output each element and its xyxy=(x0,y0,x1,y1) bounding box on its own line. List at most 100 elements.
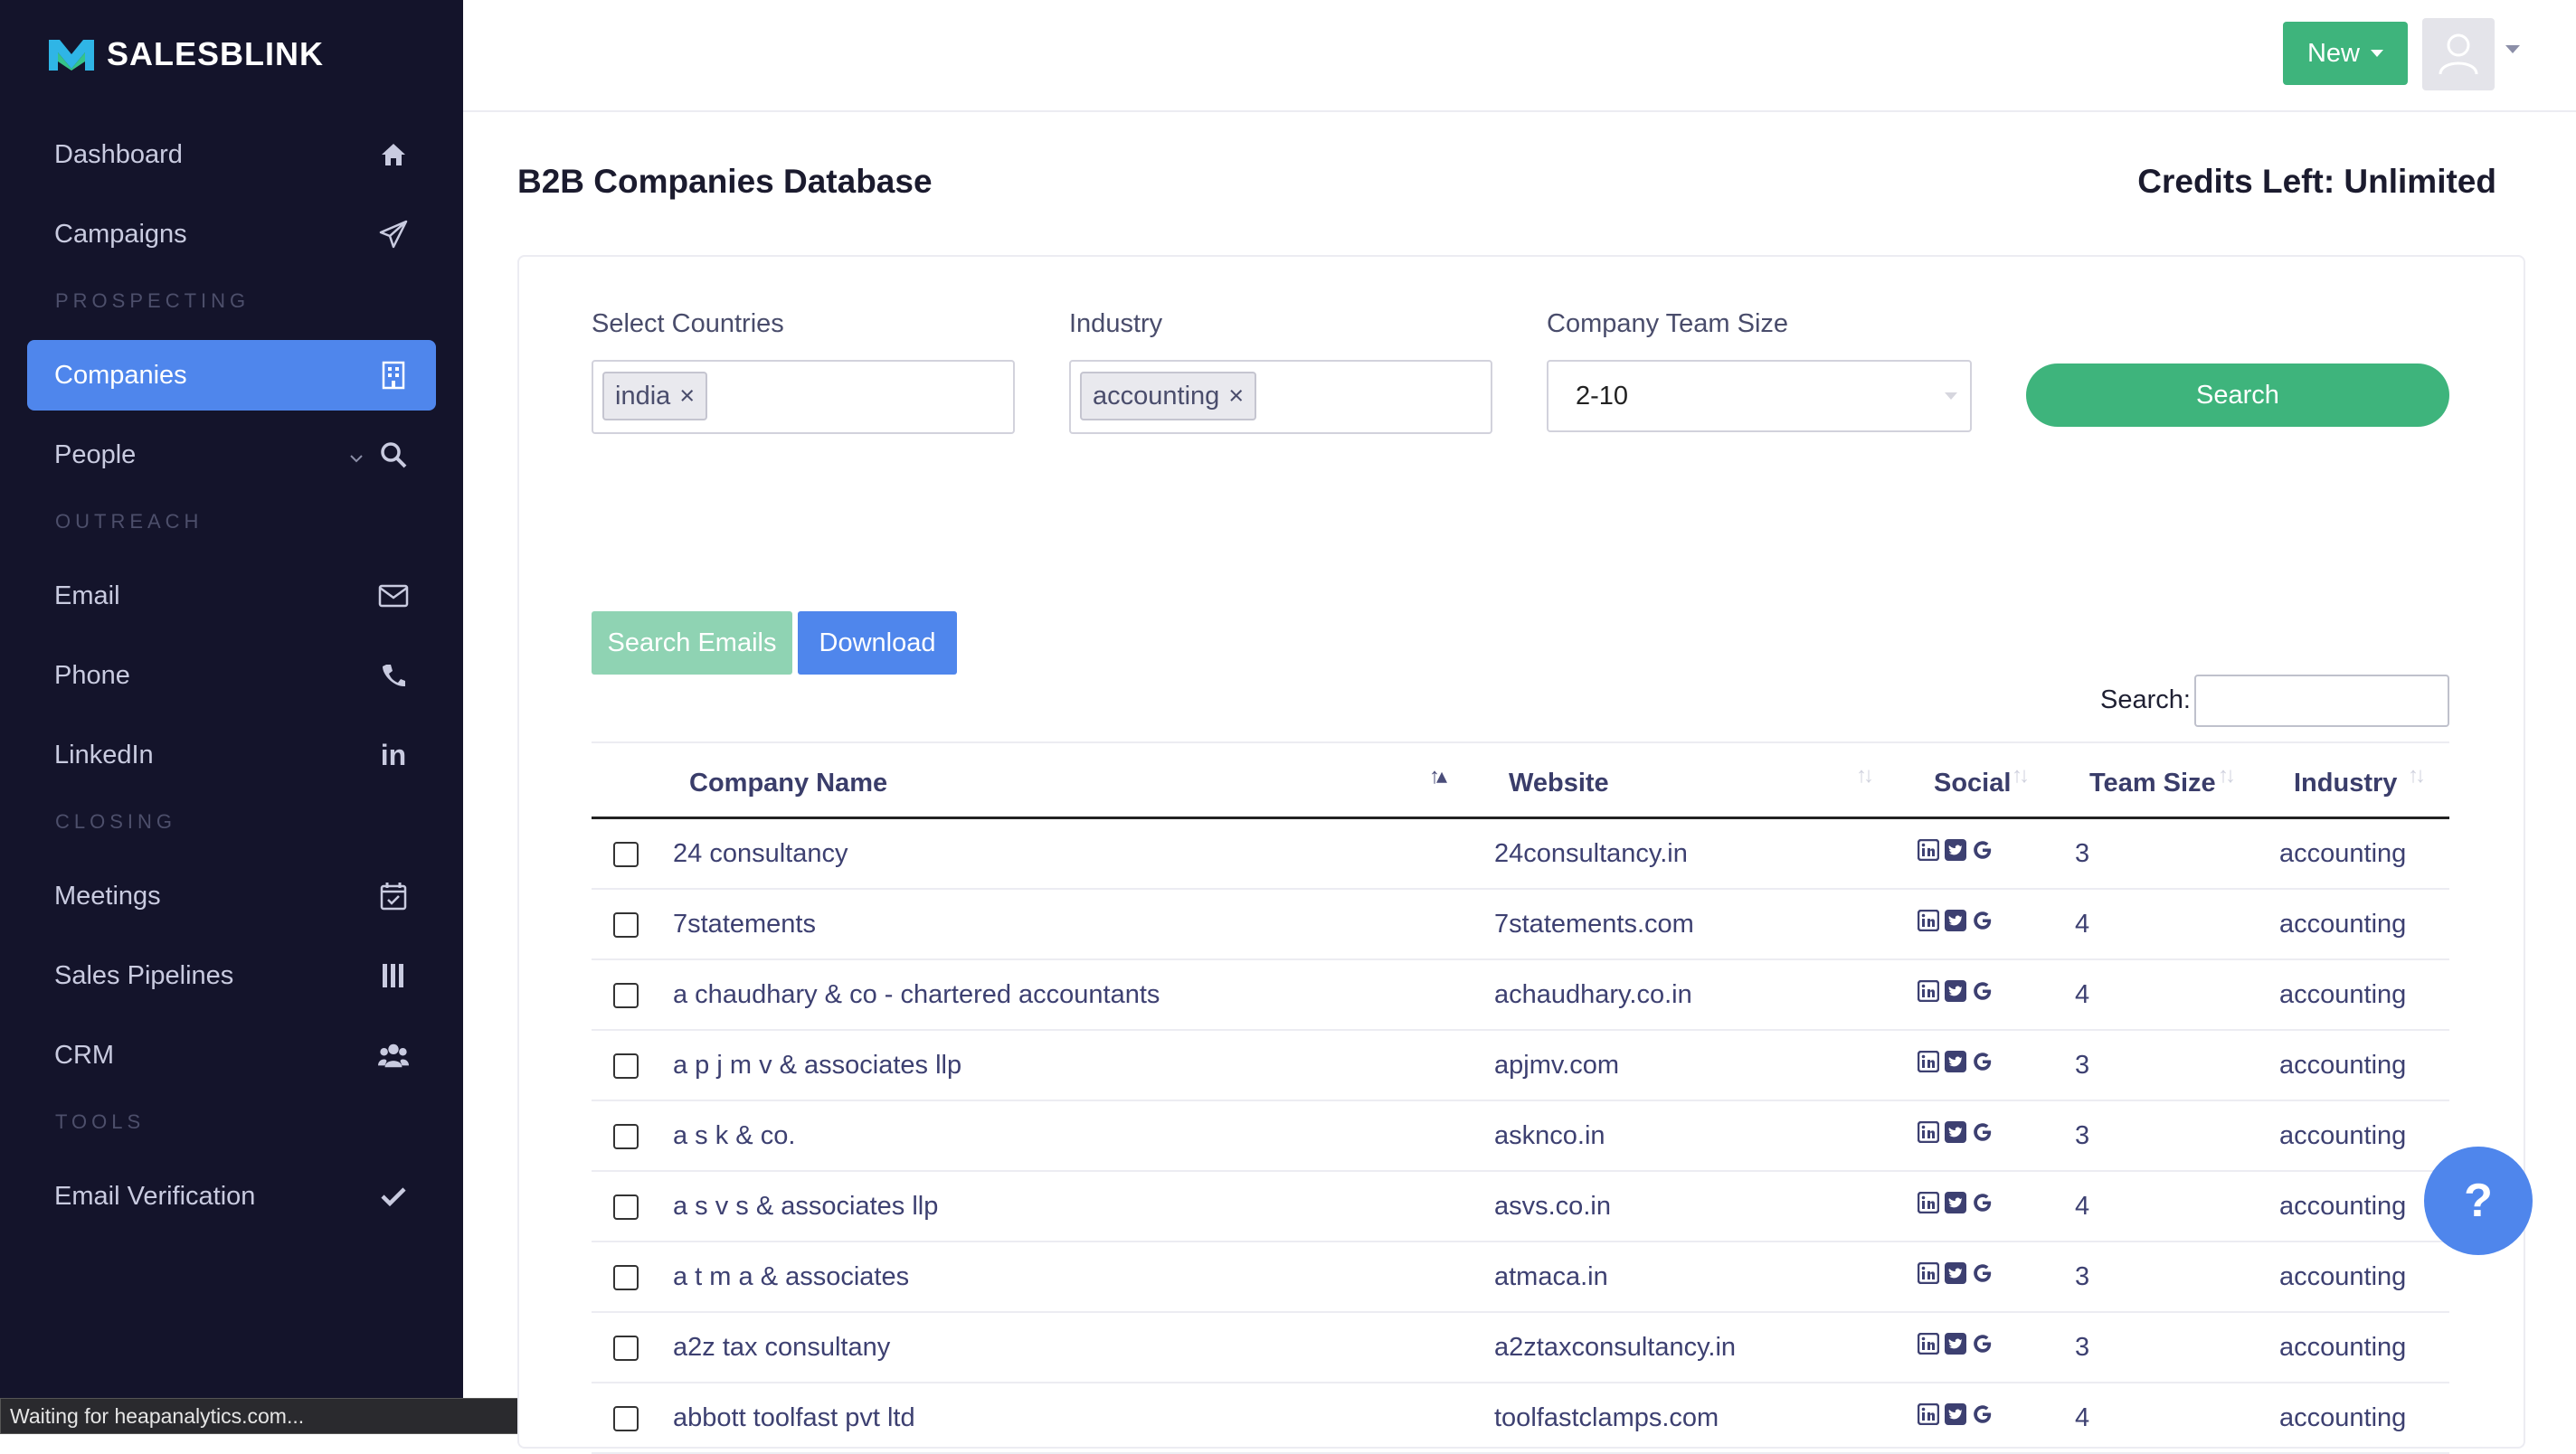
company-name-cell[interactable]: a s v s & associates llp xyxy=(673,1192,938,1222)
website-cell[interactable]: a2ztaxconsultancy.in xyxy=(1494,1333,1736,1363)
help-button[interactable]: ? xyxy=(2424,1147,2533,1255)
sidebar-item-people[interactable]: People xyxy=(27,420,436,490)
google-icon[interactable] xyxy=(1972,980,1994,1006)
twitter-icon[interactable] xyxy=(1945,1192,1966,1218)
countries-label: Select Countries xyxy=(592,309,784,338)
sidebar-item-label: Email xyxy=(54,581,120,610)
remove-tag-icon[interactable]: × xyxy=(1228,382,1244,411)
column-website[interactable]: Website xyxy=(1509,769,1609,798)
linkedin-icon[interactable] xyxy=(1917,1120,1940,1147)
table-search-input[interactable] xyxy=(2194,675,2449,727)
column-company-name[interactable]: Company Name xyxy=(689,769,887,798)
twitter-icon[interactable] xyxy=(1945,1262,1966,1289)
twitter-icon[interactable] xyxy=(1945,1051,1966,1077)
sort-icon[interactable]: ↑↓ xyxy=(1856,763,1874,788)
company-name-cell[interactable]: a chaudhary & co - chartered accountants xyxy=(673,980,1160,1010)
row-checkbox[interactable] xyxy=(613,1265,639,1290)
avatar-caret-down-icon[interactable] xyxy=(2505,45,2520,53)
row-checkbox[interactable] xyxy=(613,1124,639,1149)
row-checkbox[interactable] xyxy=(613,1053,639,1079)
google-icon[interactable] xyxy=(1972,1192,1994,1218)
sidebar-item-linkedin[interactable]: LinkedIn in xyxy=(27,720,436,790)
google-icon[interactable] xyxy=(1972,1403,1994,1430)
website-cell[interactable]: toolfastclamps.com xyxy=(1494,1403,1719,1433)
company-name-cell[interactable]: 7statements xyxy=(673,910,816,939)
table-row: abbott toolfast pvt ltd toolfastclamps.co… xyxy=(592,1383,2449,1454)
row-checkbox[interactable] xyxy=(613,1406,639,1431)
google-icon[interactable] xyxy=(1972,1333,1994,1359)
brand-logo[interactable]: SALESBLINK xyxy=(49,31,324,78)
twitter-icon[interactable] xyxy=(1945,1333,1966,1359)
website-cell[interactable]: achaudhary.co.in xyxy=(1494,980,1692,1010)
sort-icon[interactable]: ↑↓ xyxy=(2218,763,2236,788)
company-name-cell[interactable]: a t m a & associates xyxy=(673,1262,909,1292)
google-icon[interactable] xyxy=(1972,1051,1994,1077)
sidebar-item-meetings[interactable]: Meetings xyxy=(27,861,436,931)
linkedin-icon[interactable] xyxy=(1917,1261,1940,1289)
avatar[interactable] xyxy=(2422,18,2495,90)
sort-asc-icon[interactable]: ↑▴ xyxy=(1429,763,1447,789)
team-size-select[interactable]: 2-10 xyxy=(1547,360,1972,432)
linkedin-icon[interactable] xyxy=(1917,1402,1940,1430)
paper-plane-icon xyxy=(378,219,409,250)
download-button[interactable]: Download xyxy=(798,611,957,675)
twitter-icon[interactable] xyxy=(1945,839,1966,865)
row-checkbox[interactable] xyxy=(613,1336,639,1361)
website-cell[interactable]: 24consultancy.in xyxy=(1494,839,1688,869)
new-button[interactable]: New xyxy=(2283,22,2408,85)
website-cell[interactable]: atmaca.in xyxy=(1494,1262,1608,1292)
twitter-icon[interactable] xyxy=(1945,980,1966,1006)
linkedin-icon[interactable] xyxy=(1917,979,1940,1006)
sidebar-item-crm[interactable]: CRM xyxy=(27,1020,436,1090)
countries-multiselect[interactable]: india × xyxy=(592,360,1015,434)
column-team-size[interactable]: Team Size xyxy=(2089,769,2216,798)
sort-icon[interactable]: ↑↓ xyxy=(2012,763,2030,788)
twitter-icon[interactable] xyxy=(1945,1403,1966,1430)
industry-multiselect[interactable]: accounting × xyxy=(1069,360,1492,434)
website-cell[interactable]: asknco.in xyxy=(1494,1121,1605,1151)
company-name-cell[interactable]: a s k & co. xyxy=(673,1121,795,1151)
company-name-cell[interactable]: abbott toolfast pvt ltd xyxy=(673,1403,915,1433)
social-links xyxy=(1917,1120,1994,1147)
website-cell[interactable]: apjmv.com xyxy=(1494,1051,1619,1081)
sidebar-item-sales-pipelines[interactable]: Sales Pipelines xyxy=(27,940,436,1011)
google-icon[interactable] xyxy=(1972,1121,1994,1147)
website-cell[interactable]: asvs.co.in xyxy=(1494,1192,1611,1222)
page-title: B2B Companies Database xyxy=(517,163,933,200)
linkedin-icon[interactable] xyxy=(1917,1332,1940,1359)
twitter-icon[interactable] xyxy=(1945,1121,1966,1147)
sidebar-item-campaigns[interactable]: Campaigns xyxy=(27,199,436,269)
google-icon[interactable] xyxy=(1972,910,1994,936)
remove-tag-icon[interactable]: × xyxy=(679,382,695,411)
row-checkbox[interactable] xyxy=(613,842,639,867)
sidebar-item-email-verification[interactable]: Email Verification xyxy=(27,1161,436,1232)
google-icon[interactable] xyxy=(1972,839,1994,865)
credits-left: Credits Left: Unlimited xyxy=(2137,163,2496,200)
linkedin-icon[interactable] xyxy=(1917,909,1940,936)
industry-tag-label: accounting xyxy=(1093,381,1220,411)
sidebar-item-email[interactable]: Email xyxy=(27,561,436,631)
linkedin-icon[interactable] xyxy=(1917,838,1940,865)
google-icon[interactable] xyxy=(1972,1262,1994,1289)
sort-icon[interactable]: ↑↓ xyxy=(2408,763,2426,788)
website-cell[interactable]: 7statements.com xyxy=(1494,910,1694,939)
search-emails-button[interactable]: Search Emails xyxy=(592,611,792,675)
chevron-down-icon xyxy=(349,440,364,470)
sidebar-item-companies[interactable]: Companies xyxy=(27,340,436,411)
column-industry[interactable]: Industry xyxy=(2294,769,2397,798)
sidebar-item-dashboard[interactable]: Dashboard xyxy=(27,119,436,190)
company-name-cell[interactable]: a2z tax consultany xyxy=(673,1333,890,1363)
row-checkbox[interactable] xyxy=(613,912,639,938)
sidebar-item-phone[interactable]: Phone xyxy=(27,640,436,711)
search-button[interactable]: Search xyxy=(2026,364,2449,427)
company-name-cell[interactable]: 24 consultancy xyxy=(673,839,848,869)
row-checkbox[interactable] xyxy=(613,1194,639,1220)
row-checkbox[interactable] xyxy=(613,983,639,1008)
linkedin-icon[interactable] xyxy=(1917,1191,1940,1218)
column-social[interactable]: Social xyxy=(1934,769,2011,798)
linkedin-icon[interactable] xyxy=(1917,1050,1940,1077)
company-name-cell[interactable]: a p j m v & associates llp xyxy=(673,1051,961,1081)
sidebar-item-label: Dashboard xyxy=(54,139,183,169)
columns-icon xyxy=(378,960,409,991)
twitter-icon[interactable] xyxy=(1945,910,1966,936)
